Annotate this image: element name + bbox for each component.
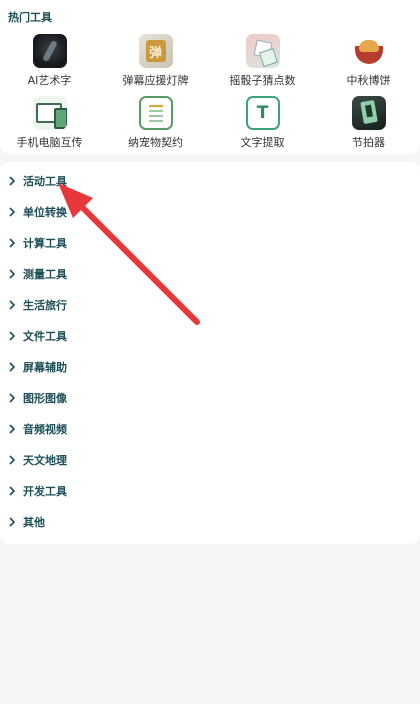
category-row-other[interactable]: 其他 <box>0 506 420 537</box>
chevron-right-icon <box>5 236 19 250</box>
category-row-measure[interactable]: 测量工具 <box>0 258 420 289</box>
category-row-screen-assist[interactable]: 屏幕辅助 <box>0 351 420 382</box>
tool-label: 手机电脑互传 <box>16 136 83 149</box>
chevron-right-icon <box>5 360 19 374</box>
tool-ai-art[interactable]: AI艺术字 <box>0 34 102 96</box>
chevron-right-icon <box>5 484 19 498</box>
chevron-right-icon <box>5 329 19 343</box>
mooncake-bowl-icon <box>351 34 386 68</box>
tool-label: 节拍器 <box>352 136 385 149</box>
ai-art-icon <box>32 34 67 68</box>
tool-contract[interactable]: 纳宠物契约 <box>103 96 208 158</box>
category-list: 活动工具 单位转换 计算工具 测量工具 生活旅行 文件工具 屏幕辅助 图形图像 … <box>0 162 420 544</box>
chevron-right-icon <box>5 422 19 436</box>
tool-metronome[interactable]: 节拍器 <box>316 96 420 158</box>
contract-icon <box>138 96 173 130</box>
chevron-right-icon <box>5 298 19 312</box>
category-row-dev-tools[interactable]: 开发工具 <box>0 475 420 506</box>
chevron-right-icon <box>5 515 19 529</box>
tool-label: AI艺术字 <box>27 74 72 87</box>
tool-label: 文字提取 <box>240 136 285 149</box>
tool-dice[interactable]: 摇骰子猜点数 <box>210 34 315 96</box>
category-label: 测量工具 <box>23 267 67 281</box>
tool-label: 弹幕应援灯牌 <box>122 74 189 87</box>
category-label: 活动工具 <box>23 174 67 188</box>
hot-tools-panel: 热门工具 AI艺术字 弹 弹幕应援灯牌 摇骰子猜点数 中秋博饼 手机电脑互传 纳… <box>0 0 420 154</box>
category-label: 天文地理 <box>23 453 67 467</box>
chevron-right-icon <box>5 391 19 405</box>
category-label: 图形图像 <box>23 391 67 405</box>
chevron-right-icon <box>5 453 19 467</box>
category-label: 文件工具 <box>23 329 67 343</box>
category-row-activity[interactable]: 活动工具 <box>0 165 420 196</box>
dice-icon <box>245 34 280 68</box>
phone-pc-transfer-icon <box>32 96 67 130</box>
category-row-graphics[interactable]: 图形图像 <box>0 382 420 413</box>
category-row-calculate[interactable]: 计算工具 <box>0 227 420 258</box>
metronome-icon <box>351 96 386 130</box>
chevron-right-icon <box>5 267 19 281</box>
danmu-icon: 弹 <box>138 34 173 68</box>
tool-text-extract[interactable]: T 文字提取 <box>210 96 315 158</box>
chevron-right-icon <box>5 205 19 219</box>
category-label: 单位转换 <box>23 205 67 219</box>
category-row-file[interactable]: 文件工具 <box>0 320 420 351</box>
category-row-life-travel[interactable]: 生活旅行 <box>0 289 420 320</box>
category-label: 音频视频 <box>23 422 67 436</box>
chevron-right-icon <box>5 174 19 188</box>
tool-danmu[interactable]: 弹 弹幕应援灯牌 <box>103 34 208 96</box>
tool-phone-pc[interactable]: 手机电脑互传 <box>0 96 102 158</box>
danmu-glyph: 弹 <box>145 40 166 62</box>
category-label: 开发工具 <box>23 484 67 498</box>
text-extract-glyph: T <box>256 103 269 123</box>
category-row-unit-convert[interactable]: 单位转换 <box>0 196 420 227</box>
tool-label: 纳宠物契约 <box>128 136 183 149</box>
category-label: 生活旅行 <box>23 298 67 312</box>
category-row-astro-geo[interactable]: 天文地理 <box>0 444 420 475</box>
tool-label: 摇骰子猜点数 <box>229 74 296 87</box>
category-label: 其他 <box>23 515 45 529</box>
tool-mooncake[interactable]: 中秋博饼 <box>316 34 420 96</box>
category-label: 计算工具 <box>23 236 67 250</box>
category-row-audio-video[interactable]: 音频视频 <box>0 413 420 444</box>
hot-tools-title: 热门工具 <box>8 11 52 24</box>
text-extract-icon: T <box>245 96 280 130</box>
tool-label: 中秋博饼 <box>346 74 391 87</box>
category-label: 屏幕辅助 <box>23 360 67 374</box>
